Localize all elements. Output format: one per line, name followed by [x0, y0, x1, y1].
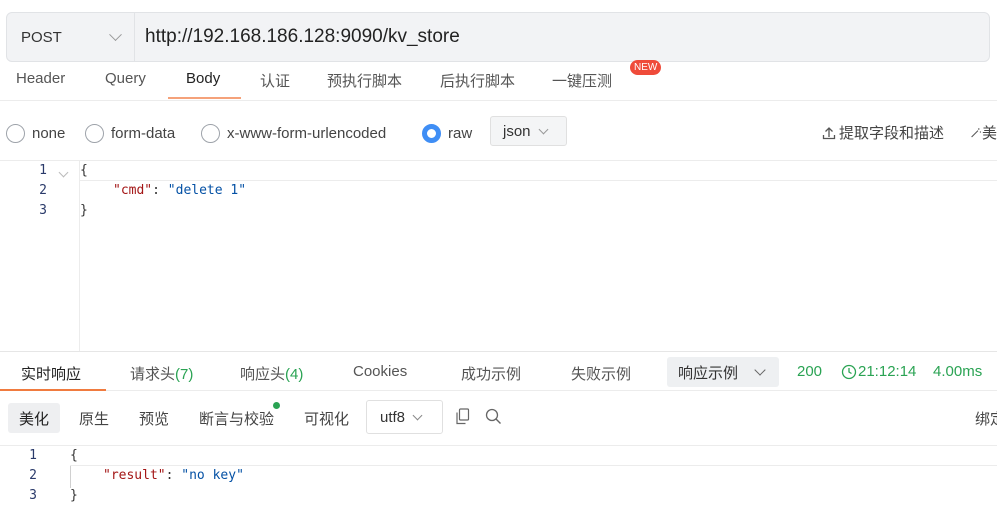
indent-guide [70, 466, 71, 488]
method-select[interactable]: POST [7, 13, 135, 61]
tab-count: (4) [285, 366, 304, 383]
active-tab-underline [0, 389, 106, 391]
json-value: "delete 1" [167, 183, 247, 198]
fold-chevron-icon[interactable] [58, 167, 69, 178]
gutter-divider [79, 161, 80, 351]
encoding-select[interactable]: utf8 [366, 400, 443, 434]
tab-request-headers[interactable]: 请求头(7) [130, 363, 193, 384]
line-number: 2 [29, 468, 37, 483]
code-line-2: "cmd": "delete 1" [113, 183, 246, 198]
view-tab-preview[interactable]: 预览 [128, 403, 180, 433]
tab-query[interactable]: Query [105, 70, 146, 87]
tab-success-example[interactable]: 成功示例 [461, 363, 521, 384]
code-open-brace: { [70, 448, 78, 463]
method-label: POST [21, 28, 62, 46]
response-example-select[interactable]: 响应示例 [667, 357, 779, 387]
status-code: 200 [797, 363, 823, 380]
raw-format-value: json [503, 122, 531, 140]
extract-fields-button[interactable]: 提取字段和描述 [822, 122, 944, 143]
json-colon: : [165, 468, 182, 483]
chevron-down-icon [754, 364, 766, 376]
request-tabs: Header Query Body 认证 预执行脚本 后执行脚本 一键压测 [0, 62, 997, 101]
response-tabs: 实时响应 请求头(7) 响应头(4) Cookies 成功示例 失败示例 响应示… [0, 351, 997, 391]
tab-pre-script[interactable]: 预执行脚本 [327, 70, 402, 91]
extract-fields-label: 提取字段和描述 [839, 125, 945, 142]
tab-cookies[interactable]: Cookies [353, 363, 407, 380]
current-line-highlight [70, 446, 997, 466]
radio-circle [85, 124, 104, 143]
json-colon: : [152, 183, 168, 198]
tab-auth[interactable]: 认证 [260, 70, 290, 91]
json-value: "no key" [181, 468, 244, 483]
json-key: "result" [103, 468, 166, 483]
response-time: 21:12:14 [841, 363, 916, 380]
tab-count: (7) [175, 366, 194, 383]
url-bar: POST http://192.168.186.128:9090/kv_stor… [6, 12, 990, 62]
radio-circle [201, 124, 220, 143]
assertion-status-dot [273, 402, 280, 409]
copy-icon[interactable] [455, 408, 471, 426]
radio-urlencoded[interactable]: x-www-form-urlencoded [201, 124, 386, 143]
chevron-down-icon [538, 124, 548, 134]
beautify-label: 美 [981, 125, 997, 142]
search-icon[interactable] [485, 408, 502, 425]
clock-icon [841, 364, 857, 379]
chevron-down-icon [412, 410, 423, 420]
upload-icon [822, 126, 836, 139]
line-number: 3 [39, 203, 47, 218]
radio-label: raw [448, 125, 473, 142]
new-badge: NEW [630, 60, 662, 75]
raw-format-select[interactable]: json [490, 116, 567, 146]
radio-circle [422, 124, 441, 143]
tab-body[interactable]: Body [186, 70, 220, 87]
response-duration: 4.00ms [933, 363, 983, 380]
response-body-viewer[interactable]: 1 2 3 { "result": "no key" } [0, 445, 997, 507]
tab-label: 响应头 [240, 366, 286, 383]
line-number: 3 [29, 488, 37, 503]
response-example-label: 响应示例 [678, 364, 739, 382]
radio-circle [6, 124, 25, 143]
tab-header[interactable]: Header [16, 70, 65, 87]
view-tab-visualize[interactable]: 可视化 [293, 403, 360, 433]
tab-post-script[interactable]: 后执行脚本 [440, 70, 515, 91]
request-body-editor[interactable]: 1 2 3 { "cmd": "delete 1" } [0, 160, 997, 351]
radio-none[interactable]: none [6, 124, 65, 143]
line-number: 2 [39, 183, 47, 198]
code-close-brace: } [70, 488, 78, 503]
tab-label: 请求头 [130, 366, 176, 383]
active-tab-underline [168, 97, 241, 99]
magic-wand-icon [971, 127, 982, 137]
code-close-brace: } [80, 203, 88, 218]
response-time-value: 21:12:14 [858, 363, 917, 380]
radio-label: x-www-form-urlencoded [227, 125, 387, 142]
radio-label: none [32, 125, 66, 142]
view-tab-assertions[interactable]: 断言与校验 [188, 403, 285, 433]
json-key: "cmd" [113, 183, 153, 198]
code-line-2: "result": "no key" [103, 468, 244, 483]
tab-live-response[interactable]: 实时响应 [21, 363, 81, 384]
radio-label: form-data [111, 125, 176, 142]
radio-form-data[interactable]: form-data [85, 124, 175, 143]
line-number: 1 [39, 163, 47, 178]
tab-fail-example[interactable]: 失败示例 [571, 363, 631, 384]
tab-stress-test[interactable]: 一键压测 [552, 70, 612, 91]
line-number: 1 [29, 448, 37, 463]
chevron-down-icon [109, 27, 122, 41]
view-tab-pretty[interactable]: 美化 [8, 403, 61, 433]
current-line-highlight [80, 161, 997, 181]
bind-button[interactable]: 绑定 [975, 408, 997, 429]
radio-raw[interactable]: raw [422, 124, 472, 143]
tab-response-headers[interactable]: 响应头(4) [240, 363, 303, 384]
beautify-button[interactable]: 美 [970, 122, 997, 143]
encoding-value: utf8 [380, 408, 406, 426]
code-open-brace: { [80, 163, 88, 178]
url-input[interactable]: http://192.168.186.128:9090/kv_store [135, 26, 460, 48]
view-tab-raw[interactable]: 原生 [68, 403, 120, 433]
